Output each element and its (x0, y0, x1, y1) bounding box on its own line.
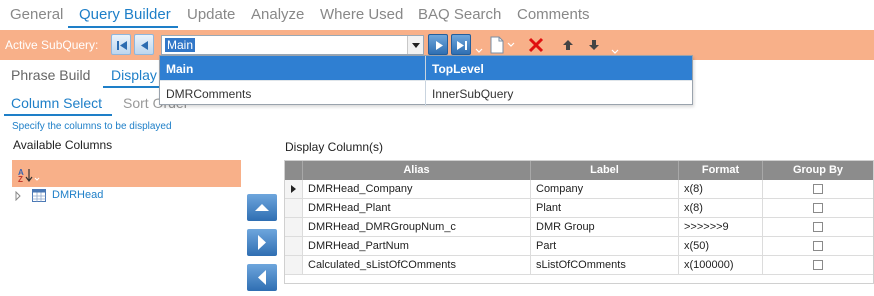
cell-label[interactable]: sListOfCOmments (531, 256, 679, 275)
available-columns-title: Available Columns (13, 138, 113, 152)
column-header-format[interactable]: Format (679, 161, 763, 180)
sort-az-icon[interactable]: A Z (18, 167, 42, 183)
move-up-button[interactable] (247, 194, 277, 221)
cell-label[interactable]: DMR Group (531, 218, 679, 237)
cell-alias[interactable]: DMRHead_Plant (303, 199, 531, 218)
chevron-down-icon[interactable] (407, 36, 423, 54)
tree-item-label: DMRHead (52, 189, 104, 201)
cell-group-by (763, 180, 873, 199)
row-selector-header (285, 161, 303, 180)
add-column-button[interactable] (247, 229, 277, 256)
active-tab-indicator (68, 26, 178, 28)
next-icon[interactable] (428, 34, 448, 55)
last-icon[interactable] (451, 34, 471, 55)
previous-icon[interactable] (134, 34, 154, 55)
expand-icon[interactable] (14, 191, 22, 201)
table-icon (32, 189, 46, 202)
available-columns-toolbar: A Z (12, 160, 241, 187)
cell-group-by (763, 256, 873, 275)
cell-group-by (763, 199, 873, 218)
cell-alias[interactable]: DMRHead_DMRGroupNum_c (303, 218, 531, 237)
tab-comments[interactable]: Comments (517, 6, 590, 23)
group-by-checkbox[interactable] (813, 260, 823, 270)
subquery-select-value: Main (165, 38, 196, 52)
table-row[interactable]: DMRHead_DMRGroupNum_c DMR Group >>>>>>9 (285, 218, 873, 237)
cell-alias[interactable]: DMRHead_Company (303, 180, 531, 199)
row-selector[interactable] (285, 199, 303, 217)
table-row[interactable]: Calculated_sListOfCOmments sListOfCOmmen… (285, 256, 873, 275)
subquery-select[interactable]: Main (161, 35, 424, 55)
group-by-checkbox[interactable] (813, 184, 823, 194)
dropdown-row[interactable]: DMRComments InnerSubQuery (160, 80, 692, 106)
dropdown-arrow-icon[interactable] (475, 48, 483, 54)
top-tab-bar: General Query Builder Update Analyze Whe… (0, 0, 874, 30)
row-selector[interactable] (285, 218, 303, 236)
cell-label[interactable]: Part (531, 237, 679, 256)
hint-text: Specify the columns to be displayed (12, 121, 172, 132)
cell-format[interactable]: x(50) (679, 237, 763, 256)
cell-label[interactable]: Plant (531, 199, 679, 218)
current-row-icon (291, 185, 296, 193)
cell-format[interactable]: x(8) (679, 199, 763, 218)
cell-format[interactable]: >>>>>>9 (679, 218, 763, 237)
row-selector[interactable] (285, 180, 303, 198)
subquery-dropdown-list[interactable]: Main TopLevel DMRComments InnerSubQuery (159, 55, 693, 106)
table-row[interactable]: DMRHead_PartNum Part x(50) (285, 237, 873, 256)
display-columns-grid: Alias Label Format Group By DMRHead_Comp… (284, 160, 874, 284)
svg-text:Z: Z (18, 175, 23, 183)
tab-baq-search[interactable]: BAQ Search (418, 6, 501, 23)
move-down-icon[interactable] (588, 39, 600, 51)
active-subquery-label: Active SubQuery: (5, 38, 99, 52)
dropdown-cell-type: InnerSubQuery (432, 87, 514, 101)
cell-format[interactable]: x(8) (679, 180, 763, 199)
new-icon[interactable] (488, 36, 518, 54)
display-columns-title: Display Column(s) (285, 140, 384, 154)
tab-query-builder[interactable]: Query Builder (79, 6, 171, 23)
move-up-icon[interactable] (562, 39, 574, 51)
tab-column-select[interactable]: Column Select (11, 95, 102, 111)
cell-format[interactable]: x(100000) (679, 256, 763, 275)
cell-group-by (763, 218, 873, 237)
row-selector[interactable] (285, 256, 303, 274)
column-header-alias[interactable]: Alias (303, 161, 531, 180)
group-by-checkbox[interactable] (813, 222, 823, 232)
cell-group-by (763, 237, 873, 256)
dropdown-cell-name: DMRComments (160, 81, 426, 106)
active-tab-indicator (103, 86, 159, 88)
row-selector[interactable] (285, 237, 303, 255)
table-row[interactable]: DMRHead_Plant Plant x(8) (285, 199, 873, 218)
group-by-checkbox[interactable] (813, 203, 823, 213)
active-tab-indicator (4, 114, 112, 116)
tab-display[interactable]: Display (111, 67, 157, 83)
column-header-label[interactable]: Label (531, 161, 679, 180)
tab-phrase-build[interactable]: Phrase Build (11, 67, 90, 83)
first-icon[interactable] (111, 34, 131, 55)
grid-header: Alias Label Format Group By (285, 161, 873, 180)
remove-column-button[interactable] (247, 264, 277, 291)
tab-where-used[interactable]: Where Used (320, 6, 403, 23)
dropdown-cell-type: TopLevel (432, 62, 484, 76)
delete-icon[interactable] (528, 37, 544, 53)
cell-alias[interactable]: DMRHead_PartNum (303, 237, 531, 256)
dropdown-row[interactable]: Main TopLevel (160, 56, 692, 81)
column-header-group-by[interactable]: Group By (763, 161, 873, 180)
tab-analyze[interactable]: Analyze (251, 6, 304, 23)
cell-alias[interactable]: Calculated_sListOfCOmments (303, 256, 531, 275)
group-by-checkbox[interactable] (813, 241, 823, 251)
dropdown-cell-name: Main (160, 56, 426, 81)
table-row[interactable]: DMRHead_Company Company x(8) (285, 180, 873, 199)
tab-update[interactable]: Update (187, 6, 235, 23)
tab-general[interactable]: General (10, 6, 63, 23)
cell-label[interactable]: Company (531, 180, 679, 199)
